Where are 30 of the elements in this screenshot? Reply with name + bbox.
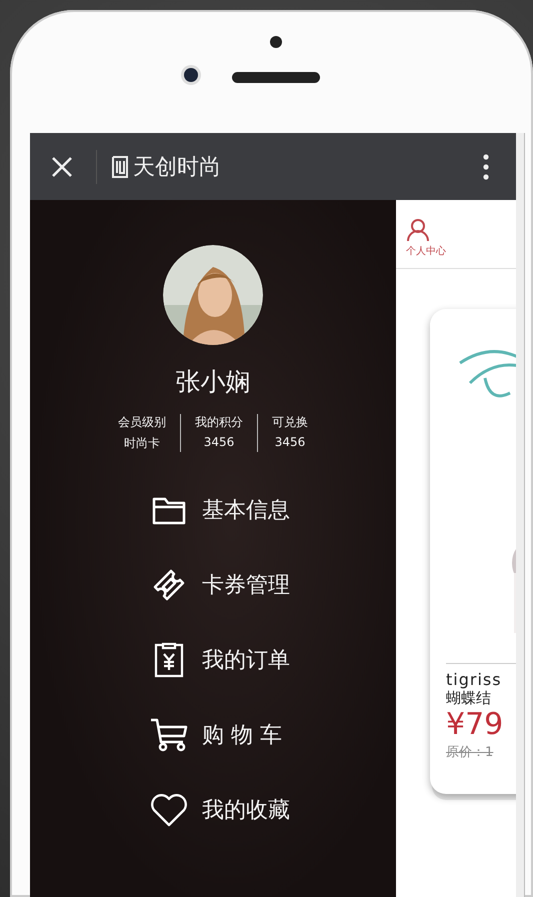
more-menu-icon[interactable]	[482, 154, 490, 180]
stat-label: 可兑换	[272, 414, 308, 431]
stat-label: 我的积分	[195, 414, 243, 431]
menu-item[interactable]: 我的收藏	[202, 795, 290, 825]
heart-icon	[150, 793, 188, 827]
receipt-icon	[153, 642, 185, 678]
stat-label: 会员级别	[118, 414, 166, 431]
cart-icon	[150, 718, 188, 752]
person-icon	[406, 218, 430, 242]
user-name: 张小娴	[176, 366, 250, 398]
product-price: ¥79	[446, 708, 504, 742]
stat-value: 3456	[274, 435, 306, 449]
product-brand: tigriss	[446, 670, 503, 689]
product-card[interactable]: tigriss 蝴蝶结 ¥79 原价：1	[430, 309, 516, 794]
sensor-dot	[270, 36, 282, 48]
profile-tab[interactable]: 个人中心	[396, 200, 516, 269]
menu-item[interactable]: 基本信息	[202, 495, 290, 525]
camera-icon	[184, 68, 198, 82]
stat-value: 3456	[204, 435, 234, 449]
original-price: 原价：1	[446, 744, 494, 760]
product-name: 蝴蝶结	[446, 689, 492, 708]
ticket-icon	[151, 567, 187, 603]
menu-item[interactable]: 我的订单	[202, 645, 290, 675]
logo-icon	[111, 156, 129, 178]
close-icon[interactable]	[50, 154, 74, 178]
menu-item[interactable]: 购 物 车	[202, 720, 282, 750]
stat-value: 时尚卡	[124, 435, 160, 452]
menu-item[interactable]: 卡券管理	[202, 570, 290, 600]
folder-icon	[152, 495, 186, 525]
window-title: 天创时尚	[133, 154, 222, 182]
